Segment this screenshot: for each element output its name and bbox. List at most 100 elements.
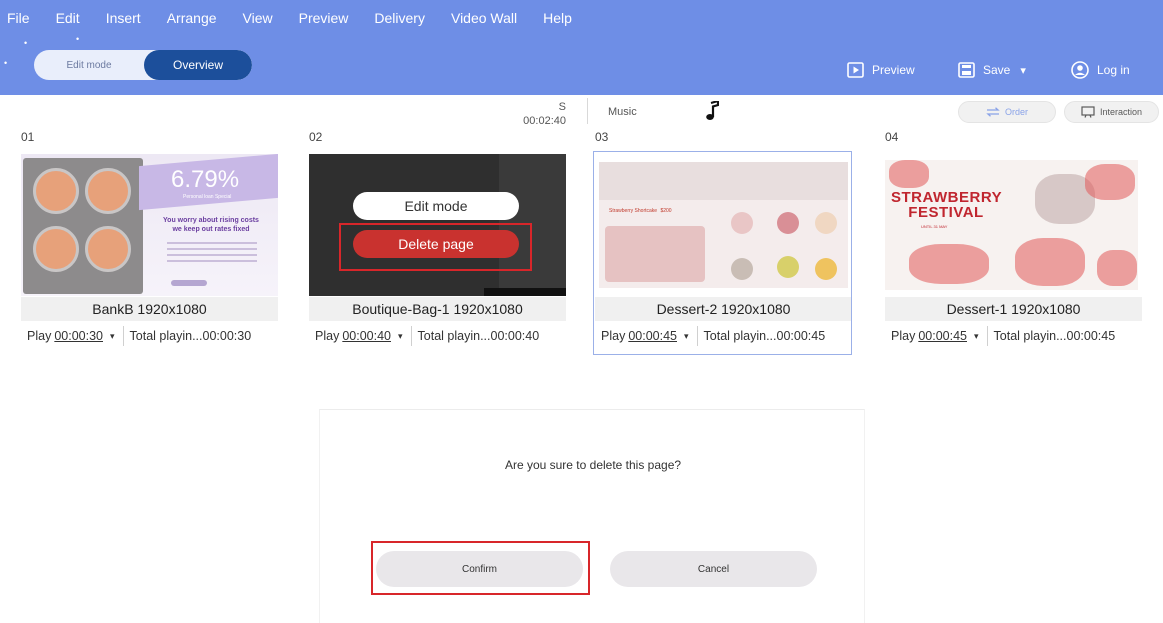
- login-button[interactable]: Log in: [1071, 59, 1130, 81]
- decorative-dot: •: [76, 34, 80, 44]
- menu-edit[interactable]: Edit: [43, 10, 93, 26]
- page-thumbnail[interactable]: Edit mode Delete page: [309, 154, 566, 296]
- top-bar: File Edit Insert Arrange View Preview De…: [0, 0, 1163, 95]
- dessert-title-text: Strawberry Shortcake: [609, 208, 658, 214]
- preview-button[interactable]: Preview: [847, 59, 915, 81]
- promo-headline-line-2: we keep out rates fixed: [172, 226, 250, 233]
- page-thumbnail[interactable]: Strawberry Shortcake $200: [595, 154, 852, 296]
- text-line: [167, 260, 257, 262]
- text-line: [167, 248, 257, 250]
- total-playing-time: Total playin...00:00:40: [417, 329, 540, 343]
- play-label: Play: [601, 329, 626, 343]
- page-card-02[interactable]: 02 Edit mode Delete page Boutique-Bag-1 …: [309, 130, 566, 356]
- cupcake-image: [777, 256, 799, 278]
- play-row: Play 00:00:45 ▾ Total playin...00:00:45: [595, 321, 852, 351]
- play-label: Play: [27, 329, 52, 343]
- promo-headline: You worry about rising costs we keep out…: [151, 216, 271, 234]
- menu-bar: File Edit Insert Arrange View Preview De…: [0, 0, 585, 36]
- delete-confirm-dialog: Are you sure to delete this page? Confir…: [319, 409, 865, 623]
- preview-label: Preview: [872, 63, 915, 77]
- total-playing-time: Total playin...00:00:30: [129, 329, 252, 343]
- menu-arrange[interactable]: Arrange: [154, 10, 230, 26]
- chevron-down-icon: ▾: [684, 330, 689, 341]
- edit-mode-button[interactable]: Edit mode: [353, 192, 519, 220]
- promo-percent: 6.79%: [171, 166, 240, 193]
- mode-toggle: Edit mode Overview: [34, 50, 252, 80]
- duration-letter: S: [558, 101, 566, 113]
- cupcake-image: [33, 168, 79, 214]
- play-row: Play 00:00:40 ▾ Total playin...00:00:40: [309, 321, 566, 351]
- login-label: Log in: [1097, 63, 1130, 77]
- page-thumbnail[interactable]: 6.79% Personal loan Special You worry ab…: [21, 154, 278, 296]
- menu-preview[interactable]: Preview: [286, 10, 362, 26]
- festival-title-line-2: FESTIVAL: [908, 204, 984, 221]
- page-name: Dessert-1 1920x1080: [885, 297, 1142, 321]
- page-number: 03: [595, 130, 609, 144]
- chevron-down-icon: ▾: [110, 330, 115, 341]
- menu-insert[interactable]: Insert: [93, 10, 154, 26]
- total-playing-time: Total playin...00:00:45: [703, 329, 826, 343]
- chevron-down-icon: ▾: [974, 330, 979, 341]
- menu-video-wall[interactable]: Video Wall: [438, 10, 530, 26]
- strawberry-image: [1097, 250, 1137, 286]
- cake-image: [605, 226, 705, 282]
- page-name: Boutique-Bag-1 1920x1080: [309, 297, 566, 321]
- order-icon: [986, 107, 1000, 117]
- delete-page-button[interactable]: Delete page: [353, 230, 519, 258]
- cupcake-image: [777, 212, 799, 234]
- chevron-down-icon: ▾: [398, 330, 403, 341]
- play-duration-dropdown[interactable]: Play 00:00:45 ▾: [595, 329, 697, 343]
- dessert-title: Strawberry Shortcake $200: [609, 208, 672, 214]
- cupcake-image: [731, 258, 753, 280]
- play-duration-dropdown[interactable]: Play 00:00:45 ▾: [885, 329, 987, 343]
- save-label: Save: [983, 63, 1011, 77]
- page-card-01[interactable]: 01 6.79% Personal loan Special You worry…: [21, 130, 278, 356]
- edit-mode-tab[interactable]: Edit mode: [34, 50, 144, 80]
- menu-file[interactable]: File: [0, 10, 43, 26]
- music-label: Music: [608, 106, 637, 118]
- play-duration-dropdown[interactable]: Play 00:00:40 ▾: [309, 329, 411, 343]
- strawberry-image: [889, 160, 929, 188]
- cupcake-image: [731, 212, 753, 234]
- interaction-label: Interaction: [1099, 107, 1143, 117]
- page-name: Dessert-2 1920x1080: [595, 297, 852, 321]
- strawberry-image: [1085, 164, 1135, 200]
- menu-help[interactable]: Help: [530, 10, 585, 26]
- divider: [122, 326, 124, 346]
- save-button[interactable]: Save ▾: [958, 59, 1026, 81]
- play-row: Play 00:00:45 ▾ Total playin...00:00:45: [885, 321, 1142, 351]
- text-line: [167, 242, 257, 244]
- total-duration: S 00:02:40: [520, 100, 566, 128]
- play-row: Play 00:00:30 ▾ Total playin...00:00:30: [21, 321, 278, 351]
- interaction-icon: [1081, 106, 1095, 118]
- page-number: 01: [21, 130, 35, 144]
- bank-logo: [171, 280, 207, 286]
- confirm-button[interactable]: Confirm: [376, 551, 583, 587]
- interaction-button[interactable]: Interaction: [1064, 101, 1159, 123]
- divider: [696, 326, 698, 346]
- total-playing-time: Total playin...00:00:45: [993, 329, 1116, 343]
- page-name: BankB 1920x1080: [21, 297, 278, 321]
- menu-view[interactable]: View: [230, 10, 286, 26]
- bag-image: [499, 154, 566, 296]
- order-button[interactable]: Order: [958, 101, 1056, 123]
- page-thumbnail[interactable]: STRAWBERRY FESTIVAL UNTIL 31 MAY: [885, 154, 1142, 296]
- cancel-button[interactable]: Cancel: [610, 551, 817, 587]
- page-card-04[interactable]: 04 STRAWBERRY FESTIVAL UNTIL 31 MAY Dess…: [885, 130, 1142, 356]
- save-icon: [958, 62, 975, 78]
- cupcake-image: [85, 226, 131, 272]
- page-card-03[interactable]: 03 Strawberry Shortcake $200 Dessert-2 1…: [595, 130, 852, 356]
- decorative-dot: •: [24, 38, 28, 48]
- chevron-down-icon: ▾: [1020, 64, 1026, 77]
- play-icon: [847, 62, 864, 78]
- cake-image: [1015, 238, 1085, 286]
- music-note-icon[interactable]: [705, 101, 719, 121]
- cake-image: [909, 244, 989, 284]
- order-label: Order: [1004, 107, 1028, 117]
- play-duration-dropdown[interactable]: Play 00:00:30 ▾: [21, 329, 123, 343]
- cupcake-image: [33, 226, 79, 272]
- overview-tab[interactable]: Overview: [144, 50, 252, 80]
- menu-delivery[interactable]: Delivery: [361, 10, 438, 26]
- page-number: 02: [309, 130, 323, 144]
- festival-date: UNTIL 31 MAY: [921, 224, 948, 229]
